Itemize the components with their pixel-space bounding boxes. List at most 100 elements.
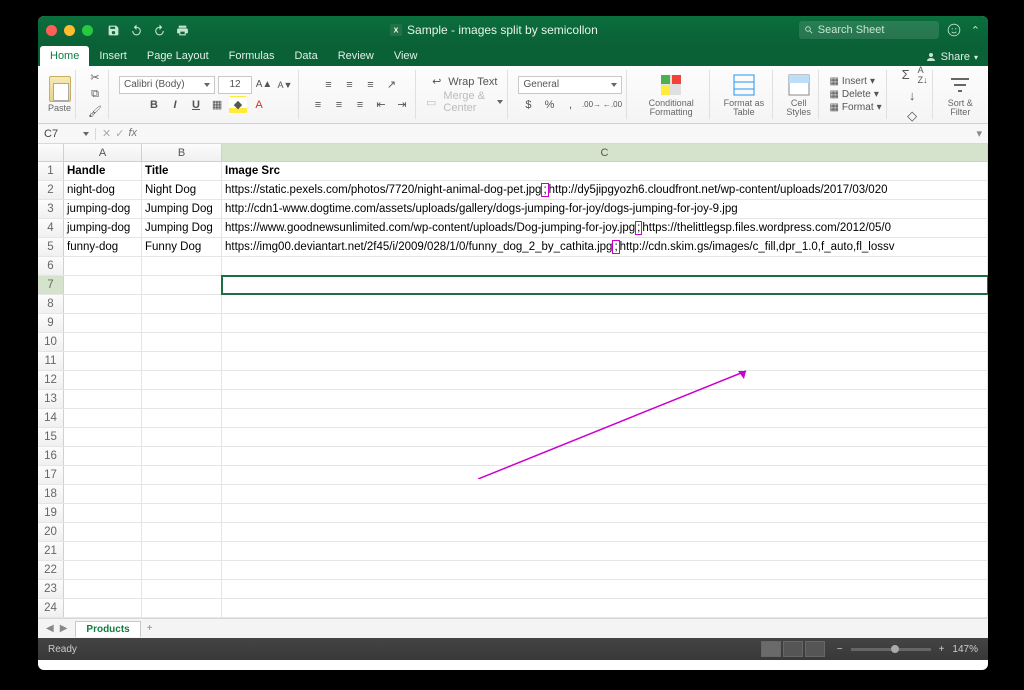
autosum-icon[interactable]: Σ (897, 66, 915, 84)
cell[interactable] (64, 561, 142, 579)
row-header[interactable]: 7 (38, 276, 64, 294)
cell[interactable] (222, 504, 988, 522)
cell[interactable]: jumping-dog (64, 219, 142, 237)
row-header[interactable]: 22 (38, 561, 64, 579)
cell[interactable]: Handle (64, 162, 142, 180)
font-size-select[interactable]: 12 (218, 76, 252, 94)
print-icon[interactable] (176, 24, 189, 37)
sheet-tab-products[interactable]: Products (75, 621, 140, 637)
sheet-nav-next-icon[interactable]: ▶ (60, 623, 68, 634)
tab-formulas[interactable]: Formulas (219, 46, 285, 66)
enter-formula-icon[interactable]: ✓ (115, 127, 124, 140)
cell[interactable] (64, 580, 142, 598)
row-header[interactable]: 14 (38, 409, 64, 427)
cell[interactable] (64, 314, 142, 332)
cell[interactable] (222, 352, 988, 370)
add-sheet-button[interactable]: + (141, 621, 159, 636)
decrease-font-icon[interactable]: A▼ (276, 76, 294, 94)
cell[interactable] (142, 257, 222, 275)
cell[interactable]: Night Dog (142, 181, 222, 199)
cell[interactable] (64, 276, 142, 294)
conditional-formatting-icon[interactable] (658, 73, 684, 97)
paste-icon[interactable] (49, 76, 71, 102)
zoom-out-button[interactable]: − (837, 644, 843, 655)
align-center-icon[interactable]: ≡ (330, 96, 348, 114)
cell[interactable] (64, 466, 142, 484)
share-button[interactable]: Share ▾ (915, 48, 988, 66)
cell[interactable] (64, 428, 142, 446)
cell[interactable]: Jumping Dog (142, 219, 222, 237)
search-sheet-input[interactable]: Search Sheet (799, 21, 939, 39)
worksheet-grid[interactable]: A B C 1HandleTitleImage Src2night-dogNig… (38, 144, 988, 618)
cell[interactable]: Funny Dog (142, 238, 222, 256)
cell[interactable] (142, 485, 222, 503)
align-middle-icon[interactable]: ≡ (341, 76, 359, 94)
fill-color-icon[interactable]: ◆ (229, 96, 247, 114)
delete-cells-button[interactable]: ▦ Delete ▾ (829, 89, 878, 100)
column-header-b[interactable]: B (142, 144, 222, 161)
align-left-icon[interactable]: ≡ (309, 96, 327, 114)
cell[interactable]: funny-dog (64, 238, 142, 256)
align-right-icon[interactable]: ≡ (351, 96, 369, 114)
normal-view-button[interactable] (761, 641, 781, 657)
formula-input[interactable] (143, 124, 970, 143)
orientation-icon[interactable]: ↗ (383, 76, 401, 94)
cell[interactable] (142, 314, 222, 332)
cell[interactable] (222, 390, 988, 408)
cell[interactable]: Title (142, 162, 222, 180)
percent-icon[interactable]: % (540, 96, 558, 114)
cell[interactable] (142, 504, 222, 522)
tab-page-layout[interactable]: Page Layout (137, 46, 219, 66)
cell[interactable]: https://img00.deviantart.net/2f45/i/2009… (222, 238, 988, 256)
format-as-table-icon[interactable] (731, 73, 757, 97)
format-cells-button[interactable]: ▦ Format ▾ (829, 102, 881, 113)
cell[interactable] (64, 447, 142, 465)
cell[interactable] (222, 295, 988, 313)
cell[interactable] (64, 542, 142, 560)
cell[interactable] (64, 504, 142, 522)
increase-font-icon[interactable]: A▲ (255, 76, 273, 94)
cell[interactable] (142, 390, 222, 408)
name-box[interactable]: C7 (38, 128, 96, 140)
undo-icon[interactable] (130, 24, 143, 37)
indent-increase-icon[interactable]: ⇥ (393, 96, 411, 114)
cancel-formula-icon[interactable]: ✕ (102, 127, 111, 140)
row-header[interactable]: 5 (38, 238, 64, 256)
cell[interactable] (142, 447, 222, 465)
tab-data[interactable]: Data (284, 46, 327, 66)
zoom-window-button[interactable] (82, 25, 93, 36)
row-header[interactable]: 13 (38, 390, 64, 408)
row-header[interactable]: 1 (38, 162, 64, 180)
cell[interactable] (142, 561, 222, 579)
cell[interactable] (142, 428, 222, 446)
sheet-nav-prev-icon[interactable]: ◀ (46, 623, 54, 634)
cell-styles-icon[interactable] (786, 73, 812, 97)
cell[interactable] (222, 599, 988, 617)
cell[interactable]: Image Src (222, 162, 988, 180)
cell[interactable]: Jumping Dog (142, 200, 222, 218)
column-header-a[interactable]: A (64, 144, 142, 161)
row-header[interactable]: 21 (38, 542, 64, 560)
cell[interactable] (142, 371, 222, 389)
row-header[interactable]: 11 (38, 352, 64, 370)
row-header[interactable]: 3 (38, 200, 64, 218)
comma-icon[interactable]: , (561, 96, 579, 114)
number-format-select[interactable]: General (518, 76, 622, 94)
cell[interactable] (222, 428, 988, 446)
minimize-window-button[interactable] (64, 25, 75, 36)
insert-cells-button[interactable]: ▦ Insert ▾ (829, 76, 875, 87)
row-header[interactable]: 19 (38, 504, 64, 522)
wrap-text-button[interactable]: ↩Wrap Text (432, 75, 497, 88)
underline-button[interactable]: U (187, 98, 205, 112)
cell[interactable] (142, 542, 222, 560)
cell[interactable]: night-dog (64, 181, 142, 199)
cell[interactable] (64, 409, 142, 427)
cell[interactable] (142, 409, 222, 427)
cell[interactable] (142, 599, 222, 617)
save-icon[interactable] (107, 24, 120, 37)
tab-view[interactable]: View (384, 46, 428, 66)
cell[interactable] (64, 333, 142, 351)
italic-button[interactable]: I (166, 98, 184, 112)
cell[interactable] (222, 371, 988, 389)
row-header[interactable]: 15 (38, 428, 64, 446)
